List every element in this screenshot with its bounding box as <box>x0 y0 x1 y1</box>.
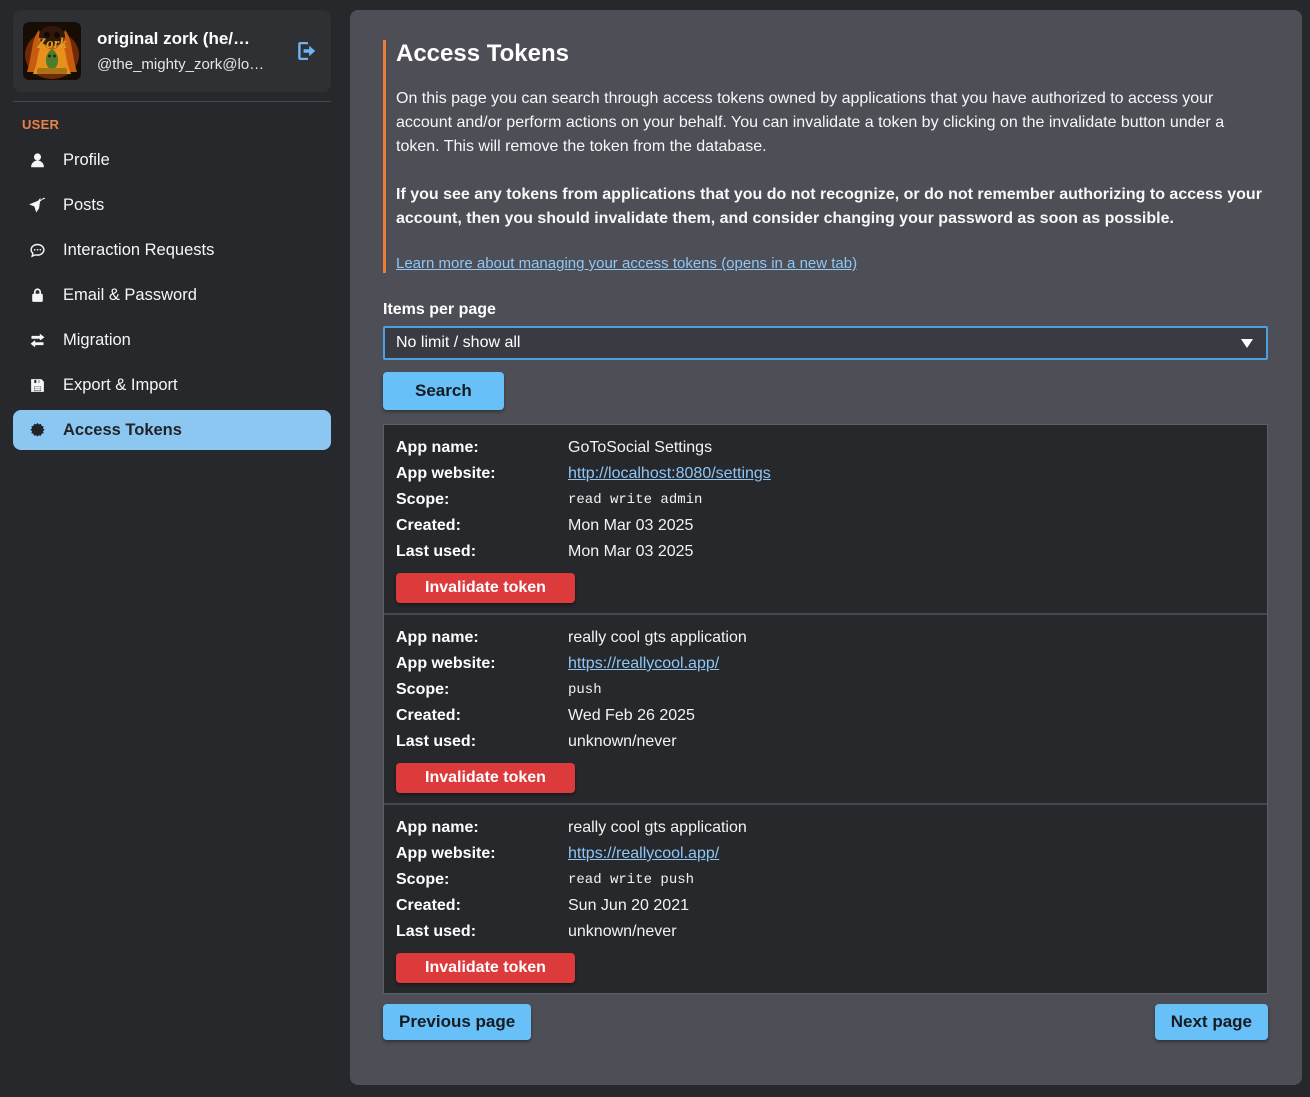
pagination: Previous page Next page <box>383 1004 1268 1040</box>
logout-button[interactable] <box>295 39 319 63</box>
invalidate-token-button[interactable]: Invalidate token <box>396 573 575 603</box>
app-website-label: App website: <box>396 461 568 487</box>
sidebar-item-label: Profile <box>63 151 110 170</box>
sidebar-divider <box>13 101 331 102</box>
created-value: Sun Jun 20 2021 <box>568 893 1255 919</box>
token-card: App name: really cool gts application Ap… <box>384 803 1267 993</box>
sidebar-nav: Profile Posts Interaction Requests <box>0 140 350 450</box>
invalidate-token-button[interactable]: Invalidate token <box>396 763 575 793</box>
sidebar-item-access-tokens[interactable]: Access Tokens <box>13 410 331 450</box>
sidebar-item-label: Export & Import <box>63 376 178 395</box>
scope-value: read write push <box>568 867 1255 893</box>
invalidate-token-button[interactable]: Invalidate token <box>396 953 575 983</box>
items-per-page-selected-value: No limit / show all <box>396 334 520 352</box>
exchange-arrows-icon <box>28 331 46 349</box>
sidebar-item-label: Email & Password <box>63 286 197 305</box>
app-name-value: really cool gts application <box>568 625 1255 651</box>
created-value: Mon Mar 03 2025 <box>568 513 1255 539</box>
app-name-value: GoToSocial Settings <box>568 435 1255 461</box>
sign-out-icon <box>295 39 319 63</box>
search-button[interactable]: Search <box>383 372 504 410</box>
last-used-label: Last used: <box>396 919 568 945</box>
intro-paragraph: On this page you can search through acce… <box>396 87 1268 159</box>
sidebar-section-label: USER <box>22 117 350 132</box>
avatar: Zork <box>23 22 81 80</box>
user-card: Zork original zork (he/… @the_mighty_zor… <box>13 10 331 92</box>
scope-value: push <box>568 677 1255 703</box>
paper-plane-icon <box>28 196 46 214</box>
main-panel: Access Tokens On this page you can searc… <box>350 10 1302 1085</box>
sidebar-item-label: Access Tokens <box>63 421 182 440</box>
app-name-label: App name: <box>396 815 568 841</box>
lock-icon <box>28 286 46 304</box>
previous-page-button[interactable]: Previous page <box>383 1004 531 1040</box>
app-website-value: http://localhost:8080/settings <box>568 461 1255 487</box>
app-website-value: https://reallycool.app/ <box>568 651 1255 677</box>
scope-label: Scope: <box>396 487 568 513</box>
last-used-value: unknown/never <box>568 729 1255 755</box>
sidebar-item-label: Migration <box>63 331 131 350</box>
user-meta: original zork (he/… @the_mighty_zork@lo… <box>97 29 279 73</box>
items-per-page-select[interactable]: No limit / show all <box>383 326 1268 360</box>
app-name-label: App name: <box>396 625 568 651</box>
page-header: Access Tokens On this page you can searc… <box>383 40 1268 273</box>
scope-value: read write admin <box>568 487 1255 513</box>
app-website-label: App website: <box>396 841 568 867</box>
next-page-button[interactable]: Next page <box>1155 1004 1268 1040</box>
token-list: App name: GoToSocial Settings App websit… <box>383 424 1268 994</box>
sidebar-item-migration[interactable]: Migration <box>13 320 331 360</box>
sidebar-item-email-password[interactable]: Email & Password <box>13 275 331 315</box>
app-name-value: really cool gts application <box>568 815 1255 841</box>
scope-label: Scope: <box>396 677 568 703</box>
last-used-label: Last used: <box>396 729 568 755</box>
app-website-value: https://reallycool.app/ <box>568 841 1255 867</box>
token-fields: App name: GoToSocial Settings App websit… <box>396 435 1255 565</box>
app-website-link[interactable]: https://reallycool.app/ <box>568 845 719 862</box>
app-website-label: App website: <box>396 651 568 677</box>
app-website-link[interactable]: http://localhost:8080/settings <box>568 465 771 482</box>
sidebar-item-profile[interactable]: Profile <box>13 140 331 180</box>
token-fields: App name: really cool gts application Ap… <box>396 815 1255 945</box>
sidebar-item-label: Interaction Requests <box>63 241 214 260</box>
token-card: App name: really cool gts application Ap… <box>384 613 1267 803</box>
last-used-label: Last used: <box>396 539 568 565</box>
warning-paragraph: If you see any tokens from applications … <box>396 183 1268 231</box>
app-website-link[interactable]: https://reallycool.app/ <box>568 655 719 672</box>
app-name-label: App name: <box>396 435 568 461</box>
comment-dots-icon <box>28 241 46 259</box>
sidebar-item-interaction-requests[interactable]: Interaction Requests <box>13 230 331 270</box>
sidebar-item-posts[interactable]: Posts <box>13 185 331 225</box>
created-value: Wed Feb 26 2025 <box>568 703 1255 729</box>
token-fields: App name: really cool gts application Ap… <box>396 625 1255 755</box>
user-icon <box>28 151 46 169</box>
user-handle: @the_mighty_zork@lo… <box>97 56 279 73</box>
floppy-disk-icon <box>28 376 46 394</box>
sidebar-item-export-import[interactable]: Export & Import <box>13 365 331 405</box>
created-label: Created: <box>396 513 568 539</box>
sidebar-item-label: Posts <box>63 196 104 215</box>
created-label: Created: <box>396 703 568 729</box>
items-per-page-label: Items per page <box>383 301 1268 319</box>
user-display-name: original zork (he/… <box>97 29 279 49</box>
scope-label: Scope: <box>396 867 568 893</box>
zork-avatar-art: Zork <box>23 22 81 80</box>
sidebar: Zork original zork (he/… @the_mighty_zor… <box>0 0 350 1097</box>
last-used-value: unknown/never <box>568 919 1255 945</box>
certificate-seal-icon <box>28 421 46 439</box>
chevron-down-icon <box>1241 339 1253 348</box>
app-layout: Zork original zork (he/… @the_mighty_zor… <box>0 0 1310 1097</box>
token-card: App name: GoToSocial Settings App websit… <box>384 425 1267 613</box>
created-label: Created: <box>396 893 568 919</box>
last-used-value: Mon Mar 03 2025 <box>568 539 1255 565</box>
page-title: Access Tokens <box>396 40 1268 68</box>
learn-more-link[interactable]: Learn more about managing your access to… <box>396 255 857 272</box>
